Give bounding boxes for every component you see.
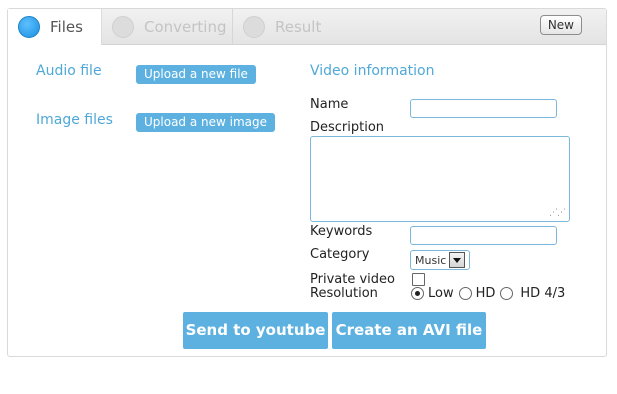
new-button[interactable]: New [539,15,582,35]
resolution-option-hd43[interactable]: HD 4/3 [500,286,565,301]
name-input[interactable] [410,99,557,118]
resolution-radio-group: Low HD HD 4/3 [411,286,570,301]
image-files-label: Image files [36,112,113,128]
keywords-input[interactable] [410,226,557,245]
tab-result[interactable]: Result [233,9,343,44]
resolution-hd43-label: HD 4/3 [520,286,566,301]
name-label: Name [310,97,349,112]
description-textarea[interactable]: ⋰⋰ [310,136,570,222]
private-video-checkbox[interactable] [412,273,425,286]
tab-bar: Files Converting Result New [8,9,606,45]
tab-files[interactable]: Files [8,9,102,45]
tab-converting-label: Converting [144,17,227,36]
category-value: Music [415,253,447,267]
inactive-step-icon [243,15,265,38]
category-select[interactable]: Music [410,250,470,270]
resolution-low-label: Low [428,286,454,301]
keywords-label: Keywords [310,224,373,239]
private-video-label: Private video [310,272,395,287]
resolution-label: Resolution [310,286,378,301]
description-label: Description [310,120,385,135]
upload-image-button[interactable]: Upload a new image [136,113,276,132]
tab-result-label: Result [275,17,322,36]
active-step-icon [18,16,40,38]
tab-converting[interactable]: Converting [102,9,232,44]
resolution-option-low[interactable]: Low [411,286,454,301]
radio-unselected-icon[interactable] [458,287,472,300]
tab-files-label: Files [50,18,83,36]
inactive-step-icon [112,15,134,38]
category-label: Category [310,247,370,262]
audio-file-label: Audio file [36,63,102,79]
chevron-down-icon[interactable] [449,252,466,268]
radio-unselected-icon[interactable] [500,287,514,300]
resolution-hd-label: HD [475,286,496,301]
send-to-youtube-button[interactable]: Send to youtube [183,312,328,349]
create-avi-button[interactable]: Create an AVI file [332,312,486,349]
radio-selected-icon[interactable] [411,287,424,300]
upload-audio-button[interactable]: Upload a new file [136,65,256,84]
upload-panel: Files Converting Result New Audio file U… [7,8,607,357]
resize-grip-icon[interactable]: ⋰⋰ [549,208,566,218]
resolution-option-hd[interactable]: HD [458,286,496,301]
video-info-heading: Video information [310,63,435,79]
